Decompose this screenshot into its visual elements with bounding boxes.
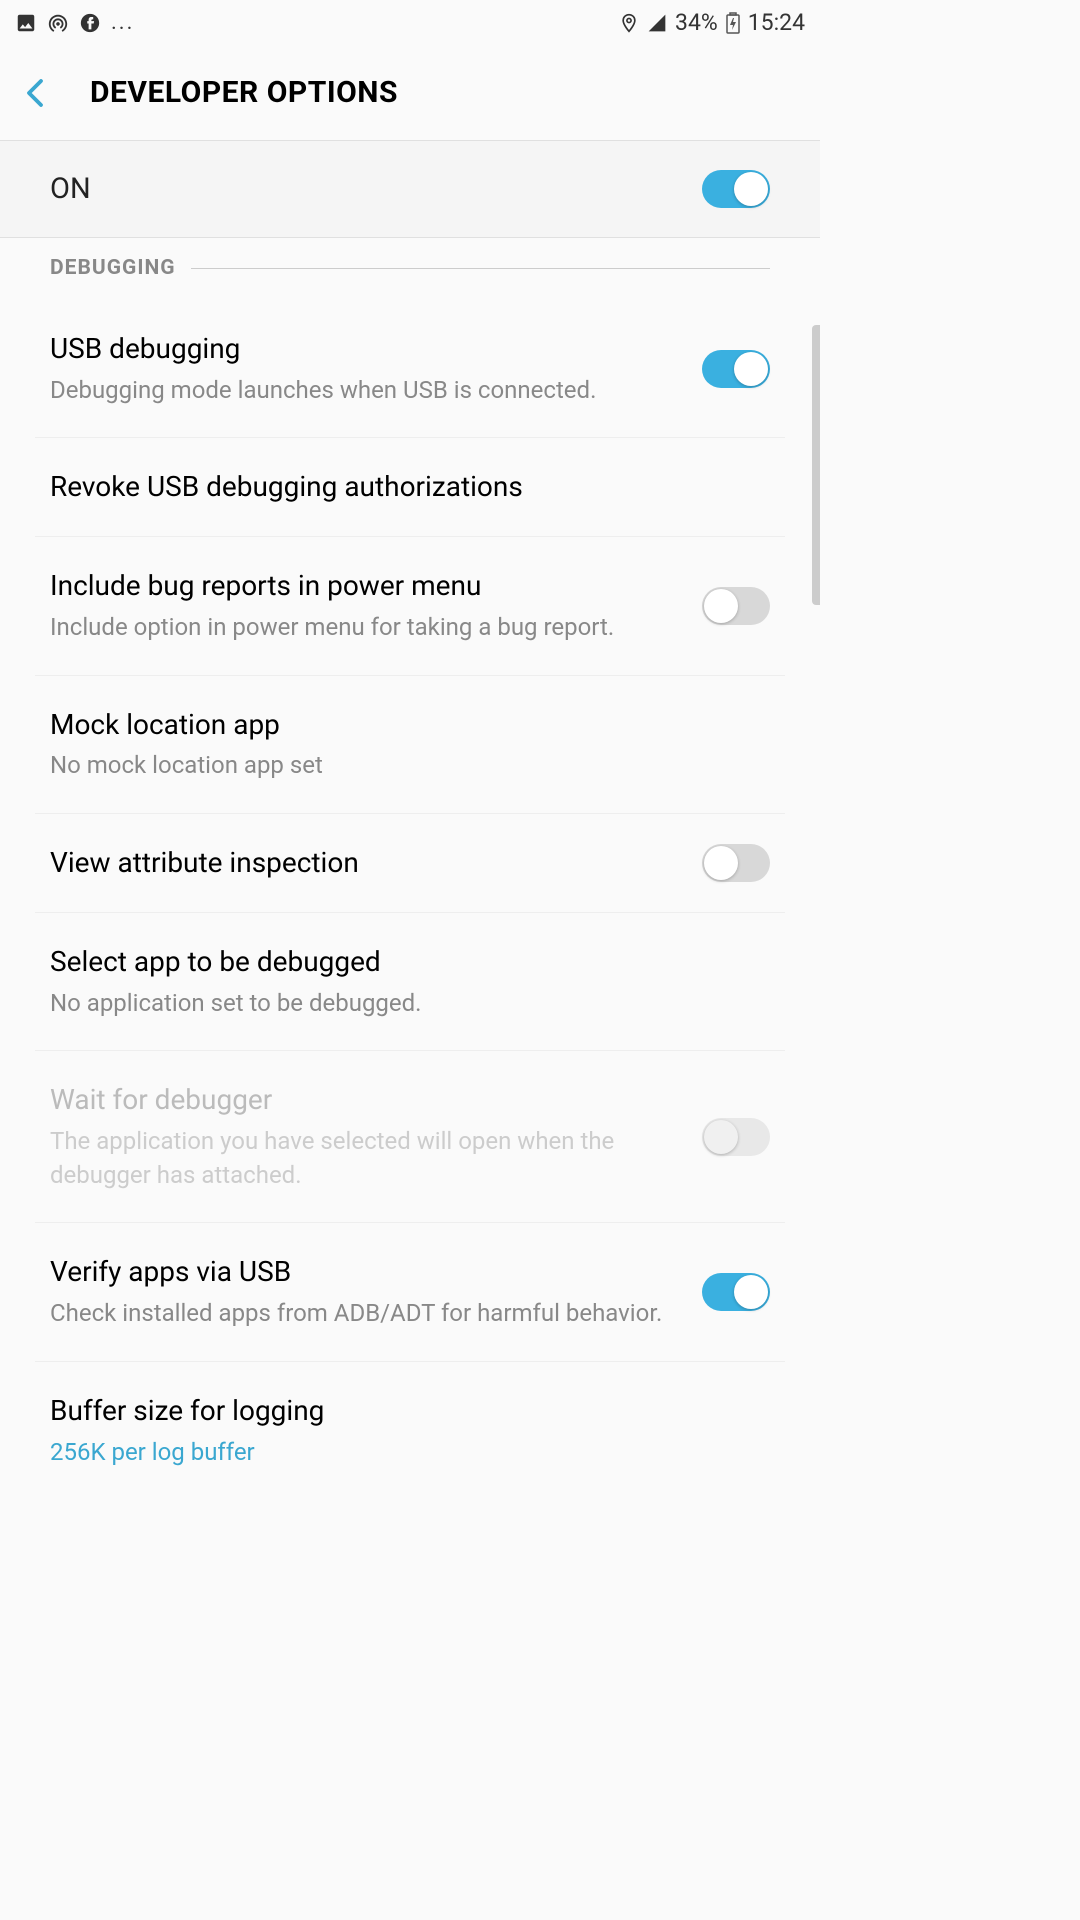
setting-subtitle: 256K per log buffer [50,1436,770,1470]
battery-percent: 34% [675,9,718,36]
section-header: DEBUGGING [0,238,820,280]
setting-mock-location-app[interactable]: Mock location app No mock location app s… [0,676,820,813]
setting-title: Verify apps via USB [50,1253,682,1291]
setting-title: Select app to be debugged [50,943,770,981]
setting-title: Mock location app [50,706,770,744]
status-time: 15:24 [748,9,805,36]
toggle-wait-debugger [702,1118,770,1156]
setting-text: Select app to be debugged No application… [50,943,770,1020]
master-toggle-row[interactable]: ON [0,140,820,238]
setting-subtitle: Check installed apps from ADB/ADT for ha… [50,1297,682,1331]
setting-title: Wait for debugger [50,1081,682,1119]
setting-bug-reports-power-menu[interactable]: Include bug reports in power menu Includ… [0,537,820,674]
setting-subtitle: No mock location app set [50,749,770,783]
section-divider-line [191,268,770,269]
picture-icon [15,12,37,34]
setting-text: Verify apps via USB Check installed apps… [50,1253,682,1330]
setting-view-attribute-inspection[interactable]: View attribute inspection [0,814,820,912]
setting-text: Buffer size for logging 256K per log buf… [50,1392,770,1469]
page-title: DEVELOPER OPTIONS [90,75,398,110]
setting-buffer-size-logging[interactable]: Buffer size for logging 256K per log buf… [0,1362,820,1499]
setting-usb-debugging[interactable]: USB debugging Debugging mode launches wh… [0,280,820,437]
hotspot-icon [47,12,69,34]
setting-verify-apps-usb[interactable]: Verify apps via USB Check installed apps… [0,1223,820,1360]
scroll-indicator[interactable] [812,325,820,605]
setting-wait-for-debugger: Wait for debugger The application you ha… [0,1051,820,1222]
setting-subtitle: Include option in power menu for taking … [50,611,682,645]
master-toggle[interactable] [702,170,770,208]
status-bar: ... 34% 15:24 [0,0,820,45]
setting-subtitle: No application set to be debugged. [50,987,770,1021]
setting-text: Revoke USB debugging authorizations [50,468,770,506]
settings-list: USB debugging Debugging mode launches wh… [0,280,820,1499]
app-header: DEVELOPER OPTIONS [0,45,820,140]
facebook-icon [79,12,101,34]
more-icon: ... [111,10,134,35]
setting-text: View attribute inspection [50,844,682,882]
section-label: DEBUGGING [50,256,176,280]
battery-charging-icon [726,12,740,34]
setting-subtitle: The application you have selected will o… [50,1125,682,1192]
location-icon [619,13,639,33]
setting-subtitle: Debugging mode launches when USB is conn… [50,374,682,408]
setting-text: Wait for debugger The application you ha… [50,1081,682,1192]
setting-title: Buffer size for logging [50,1392,770,1430]
setting-text: Include bug reports in power menu Includ… [50,567,682,644]
toggle-view-attribute[interactable] [702,844,770,882]
toggle-bug-reports[interactable] [702,587,770,625]
setting-title: USB debugging [50,330,682,368]
back-button[interactable] [20,78,50,108]
toggle-verify-apps[interactable] [702,1273,770,1311]
setting-select-debug-app[interactable]: Select app to be debugged No application… [0,913,820,1050]
setting-title: View attribute inspection [50,844,682,882]
toggle-usb-debugging[interactable] [702,350,770,388]
setting-revoke-usb-auth[interactable]: Revoke USB debugging authorizations [0,438,820,536]
setting-text: Mock location app No mock location app s… [50,706,770,783]
master-toggle-label: ON [50,172,91,206]
status-right: 34% 15:24 [619,9,805,36]
status-left-icons: ... [15,10,134,35]
setting-title: Include bug reports in power menu [50,567,682,605]
signal-icon [647,13,667,33]
setting-title: Revoke USB debugging authorizations [50,468,770,506]
setting-text: USB debugging Debugging mode launches wh… [50,330,682,407]
